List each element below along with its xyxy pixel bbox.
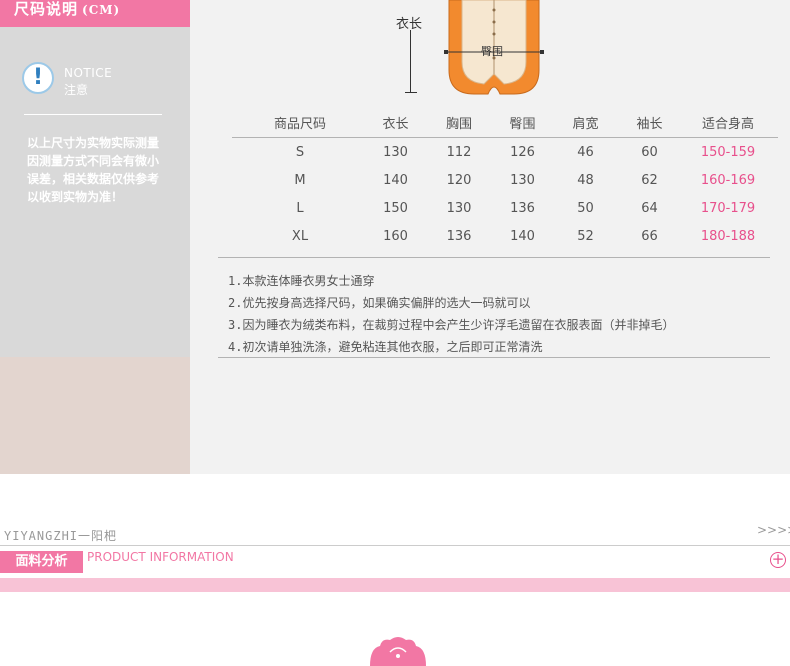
cell-sleeve: 66 (641, 228, 658, 244)
cell-size: L (296, 200, 304, 216)
hip-label: 臀围 (481, 45, 503, 58)
notice-title-en: NOTICE (64, 66, 113, 80)
cell-length: 140 (383, 172, 408, 188)
length-line-cap (405, 92, 417, 93)
note-item: 1.本款连体睡衣男女士通穿 (228, 274, 375, 288)
cell-shoulder: 50 (577, 200, 594, 216)
exclamation-icon: ! (22, 62, 54, 94)
plus-circle-icon[interactable]: + (770, 552, 786, 568)
cell-size: S (295, 144, 305, 160)
cell-height: 160-169 (700, 172, 756, 188)
cell-sleeve: 60 (641, 144, 658, 160)
sidebar-title-text: 尺码说明 (14, 0, 79, 18)
more-arrows: >>>> (757, 523, 790, 537)
header-hip: 臀围 (495, 107, 550, 138)
notes-list: 1.本款连体睡衣男女士通穿 2.优先按身高选择尺码，如果确实偏胖的选大一码就可以… (228, 270, 674, 358)
sidebar-divider (24, 114, 162, 115)
cell-shoulder: 48 (577, 172, 594, 188)
cell-length: 160 (383, 228, 408, 244)
cell-hip: 126 (510, 144, 535, 160)
cell-hip: 136 (510, 200, 535, 216)
size-table: 商品尺码 衣长 胸围 臀围 肩宽 袖长 适合身高 S 130 112 126 4… (232, 107, 778, 250)
fabric-analysis-tab: 面料分析 (0, 551, 83, 573)
header-height: 适合身高 (678, 107, 778, 138)
decorative-fine-print (87, 564, 287, 569)
cell-size: XL (291, 228, 309, 244)
cell-sleeve: 62 (641, 172, 658, 188)
cell-height: 180-188 (700, 228, 756, 244)
table-row: XL 160 136 140 52 66 180-188 (232, 222, 778, 250)
cell-chest: 112 (446, 144, 472, 160)
header-chest: 胸围 (423, 107, 495, 138)
flower-ornament-icon (370, 637, 426, 666)
section-divider (0, 545, 790, 546)
length-line (410, 30, 411, 92)
sidebar-header: 尺码说明 (CM) (0, 0, 190, 27)
cell-shoulder: 46 (577, 144, 594, 160)
length-label: 衣长 (396, 17, 423, 32)
cell-chest: 120 (446, 172, 472, 188)
notice-description: 以上尺寸为实物实际测量因测量方式不同会有微小误差，相关数据仅供参考以收到实物为准… (27, 136, 160, 204)
size-table-header-row: 商品尺码 衣长 胸围 臀围 肩宽 袖长 适合身高 (232, 107, 778, 138)
table-row: L 150 130 136 50 64 170-179 (232, 194, 778, 222)
cell-hip: 140 (510, 228, 535, 244)
cell-chest: 136 (446, 228, 472, 244)
table-divider (218, 257, 770, 258)
cell-shoulder: 52 (577, 228, 594, 244)
brand-logo: YIYANGZHI一阳杷 (4, 529, 118, 543)
cell-length: 150 (383, 200, 408, 216)
sidebar-title-unit: (CM) (82, 3, 121, 17)
notes-divider (218, 357, 770, 358)
cell-size: M (294, 172, 306, 188)
cell-length: 130 (383, 144, 408, 160)
note-item: 3.因为睡衣为绒类布料，在裁剪过程中会产生少许浮毛遗留在衣服表面（并非掉毛） (228, 318, 675, 332)
table-row: S 130 112 126 46 60 150-159 (232, 138, 778, 167)
notice-title-cn: 注意 (64, 83, 89, 97)
cell-chest: 130 (446, 200, 472, 216)
note-item: 2.优先按身高选择尺码，如果确实偏胖的选大一码就可以 (228, 296, 531, 310)
note-item: 4.初次请单独洗涤，避免粘连其他衣服，之后即可正常清洗 (228, 340, 543, 354)
cell-height: 150-159 (700, 144, 756, 160)
cell-sleeve: 64 (641, 200, 658, 216)
header-length: 衣长 (368, 107, 423, 138)
pink-band (0, 578, 790, 592)
sidebar-bottom-panel (0, 357, 190, 474)
sidebar-title: 尺码说明 (CM) (14, 0, 120, 19)
header-shoulder: 肩宽 (550, 107, 621, 138)
table-row: M 140 120 130 48 62 160-169 (232, 166, 778, 194)
cell-height: 170-179 (700, 200, 756, 216)
header-sleeve: 袖长 (621, 107, 678, 138)
product-info-title: PRODUCT INFORMATION (87, 550, 234, 564)
cell-hip: 130 (510, 172, 535, 188)
header-size: 商品尺码 (232, 107, 368, 138)
